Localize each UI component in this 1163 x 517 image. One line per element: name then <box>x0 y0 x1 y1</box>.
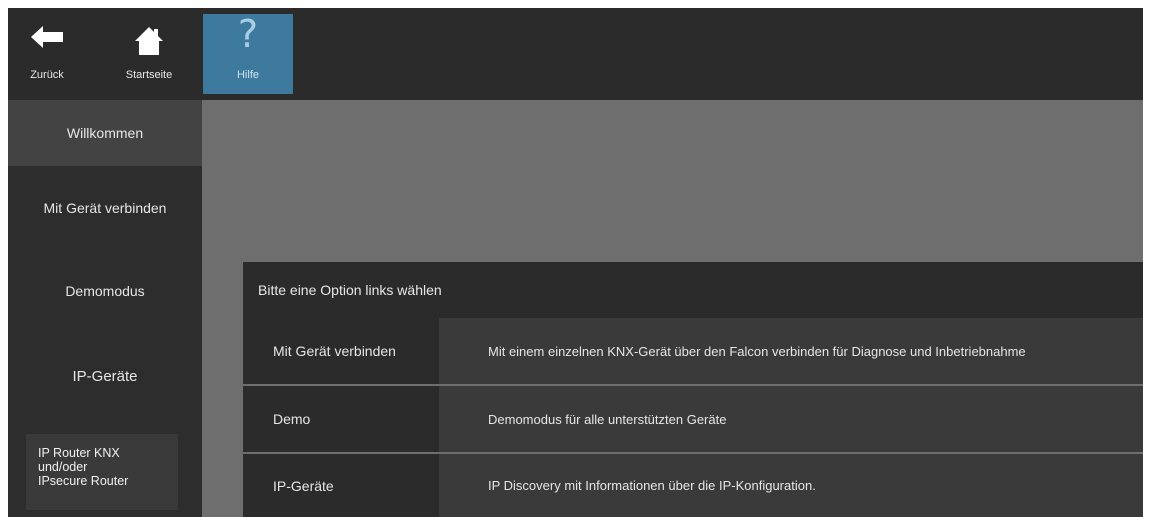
options-panel: Bitte eine Option links wählen Mit Gerät… <box>243 262 1143 517</box>
router-label-line2: und/oder <box>38 460 88 474</box>
option-row-ip-devices: IP-Geräte IP Discovery mit Informationen… <box>243 454 1143 517</box>
app-window: Zurück Startseite ? Hilfe Willkommen Mit… <box>8 8 1143 517</box>
option-ip-devices-description: IP Discovery mit Informationen über die … <box>488 478 816 493</box>
router-label-line3: IPsecure Router <box>38 474 129 488</box>
option-row-connect: Mit Gerät verbinden Mit einem einzelnen … <box>243 318 1143 384</box>
option-row-demo: Demo Demomodus für alle unterstützten Ge… <box>243 386 1143 452</box>
sidebar-item-demo-mode[interactable]: Demomodus <box>8 250 202 332</box>
option-demo-button[interactable]: Demo <box>243 386 441 452</box>
home-label: Startseite <box>125 69 173 81</box>
sidebar-item-connect-device[interactable]: Mit Gerät verbinden <box>8 166 202 250</box>
panel-header: Bitte eine Option links wählen <box>243 262 1143 318</box>
option-ip-devices-button[interactable]: IP-Geräte <box>243 454 441 517</box>
back-label: Zurück <box>30 69 64 81</box>
router-label-line1: IP Router KNX <box>38 446 120 460</box>
house-icon <box>111 26 187 56</box>
back-button[interactable]: Zurück <box>8 8 86 100</box>
question-mark-icon: ? <box>237 12 259 56</box>
sidebar-item-ip-router[interactable]: IP Router KNX und/oder IPsecure Router <box>26 434 178 510</box>
option-connect-description: Mit einem einzelnen KNX-Gerät über den F… <box>488 343 1026 359</box>
sidebar-item-ip-devices[interactable]: IP-Geräte <box>8 332 202 420</box>
sidebar-item-welcome[interactable]: Willkommen <box>8 100 202 166</box>
option-connect-button[interactable]: Mit Gerät verbinden <box>243 318 441 384</box>
arrow-left-icon <box>8 26 86 56</box>
option-demo-description: Demomodus für alle unterstützten Geräte <box>488 411 727 427</box>
help-label: Hilfe <box>236 69 259 81</box>
sidebar: Willkommen Mit Gerät verbinden Demomodus… <box>8 100 202 517</box>
help-button[interactable]: ? Hilfe <box>203 12 293 94</box>
home-button[interactable]: Startseite <box>111 8 187 100</box>
toolbar: Zurück Startseite ? Hilfe <box>8 8 1143 100</box>
